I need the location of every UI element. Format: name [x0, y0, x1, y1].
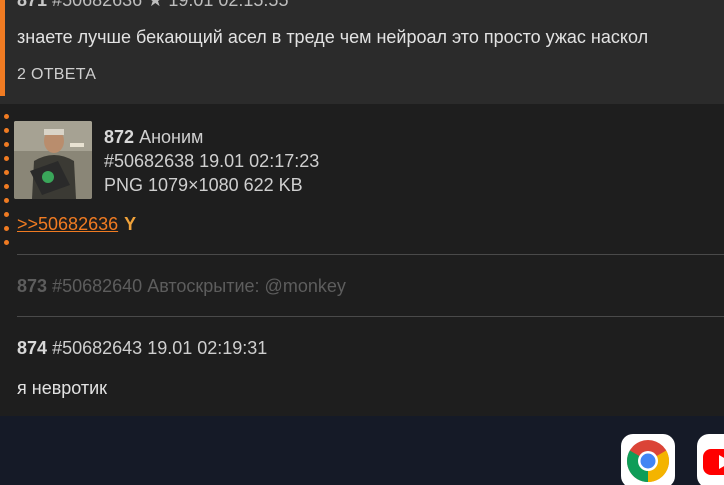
reply-link[interactable]: >>50682636 [17, 214, 118, 234]
post-image-thumbnail[interactable] [14, 121, 92, 199]
post-text: я невротик [17, 378, 108, 398]
post-872: 872 Аноним #50682638 19.01 02:17:23 PNG … [0, 104, 724, 254]
post-datetime: 19.01 02:19:31 [147, 338, 268, 358]
post-id[interactable]: #50682636 [52, 0, 142, 10]
post-divider [17, 254, 724, 255]
post-divider [17, 316, 724, 317]
post-header: 872 Аноним [104, 127, 203, 148]
highlight-accent-bar [0, 0, 5, 96]
post-number[interactable]: 873 [17, 276, 47, 296]
post-text: знаете лучше бекающий асел в треде чем н… [17, 27, 649, 47]
post-873-hidden[interactable]: 873 #50682640 Автоскрытие: @monkey [17, 276, 346, 297]
post-id[interactable]: #50682643 [52, 338, 142, 358]
post-871[interactable]: 871 #50682636 ★ 19.01 02:15:55 знаете лу… [0, 0, 724, 104]
post-number[interactable]: 872 [104, 127, 134, 147]
replies-button[interactable]: 2 ОТВЕТА [17, 66, 96, 84]
post-text: Y [124, 214, 137, 234]
new-post-indicator [4, 114, 10, 245]
file-info: PNG 1079×1080 622 KB [104, 175, 303, 195]
post-number[interactable]: 871 [17, 0, 47, 10]
post-meta: #50682638 19.01 02:17:23 [104, 151, 319, 172]
post-number[interactable]: 874 [17, 338, 47, 358]
post-body: >>50682636 Y [17, 214, 136, 235]
post-id[interactable]: #50682638 [104, 151, 194, 171]
post-meta: 874 #50682643 19.01 02:19:31 [17, 338, 267, 359]
poster-name: Аноним [139, 127, 204, 147]
thread-page: 871 #50682636 ★ 19.01 02:15:55 знаете лу… [0, 0, 724, 485]
post-id[interactable]: #50682640 [52, 276, 142, 296]
post-datetime: 19.01 02:17:23 [199, 151, 320, 171]
chrome-icon[interactable] [621, 434, 675, 485]
autohide-note: Автоскрытие: @monkey [147, 276, 346, 296]
app-dock [0, 416, 724, 485]
post-datetime: 19.01 02:15:55 [168, 0, 289, 10]
star-icon[interactable]: ★ [147, 0, 163, 10]
youtube-icon[interactable] [697, 434, 724, 485]
post-meta: 871 #50682636 ★ 19.01 02:15:55 [17, 0, 288, 11]
